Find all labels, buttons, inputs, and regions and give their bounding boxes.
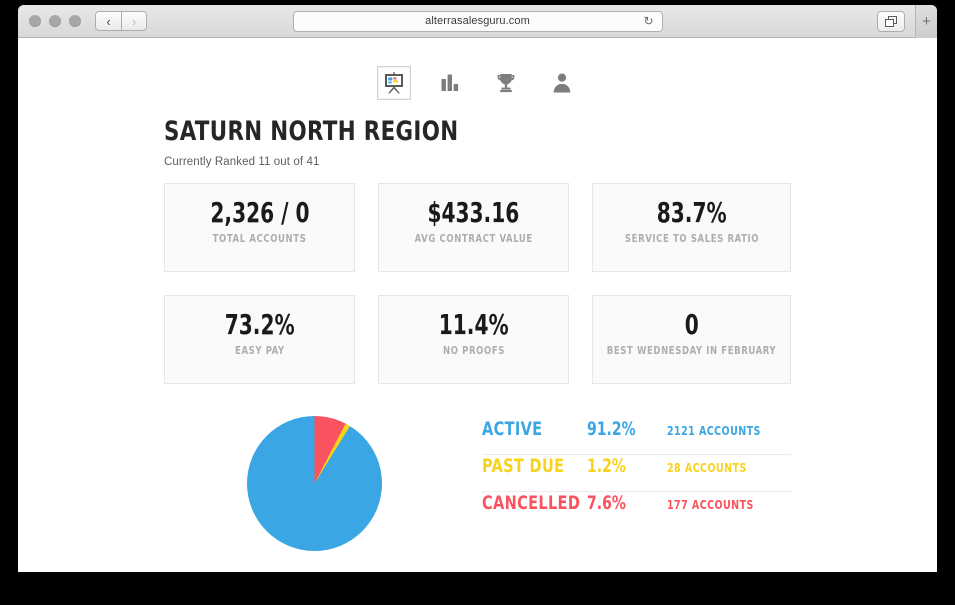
- account-breakdown-section: ACTIVE 91.2% 2121 ACCOUNTS PAST DUE 1.2%…: [164, 408, 791, 551]
- stat-label: AVG CONTRACT VALUE: [414, 231, 533, 245]
- forward-arrow-icon: ›: [131, 13, 137, 29]
- person-icon: [553, 73, 570, 93]
- stat-value: $433.16: [427, 196, 520, 229]
- back-arrow-icon: ‹: [106, 13, 111, 29]
- legend-percent: 1.2%: [587, 455, 626, 477]
- account-status-legend: ACTIVE 91.2% 2121 ACCOUNTS PAST DUE 1.2%…: [464, 408, 791, 529]
- pie-chart-container: [164, 408, 464, 551]
- close-button[interactable]: [29, 15, 41, 27]
- titlebar-right-controls: +: [877, 5, 937, 38]
- stat-value: 11.4%: [438, 308, 509, 341]
- account-status-pie-chart: [246, 416, 382, 551]
- stat-card[interactable]: 83.7% SERVICE TO SALES RATIO: [592, 183, 791, 272]
- back-button[interactable]: ‹: [95, 11, 121, 31]
- stat-value: 2,326 / 0: [209, 196, 310, 229]
- tabs-overview-icon: [884, 15, 897, 27]
- stat-label: EASY PAY: [234, 343, 285, 357]
- page-content: SATURN NORTH REGION Currently Ranked 11 …: [18, 38, 937, 572]
- navigation-buttons: ‹ ›: [95, 11, 147, 31]
- traffic-lights: [29, 15, 81, 27]
- legend-label: CANCELLED: [482, 492, 581, 514]
- legend-account-count: 2121 ACCOUNTS: [667, 424, 761, 438]
- url-text: alterrasalesguru.com: [425, 15, 530, 27]
- stat-value: 83.7%: [656, 196, 727, 229]
- stat-card[interactable]: $433.16 AVG CONTRACT VALUE: [378, 183, 570, 272]
- legend-account-count: 177 ACCOUNTS: [667, 498, 754, 512]
- stat-value: 0: [684, 308, 699, 341]
- legend-account-count: 28 ACCOUNTS: [667, 461, 747, 475]
- stat-card[interactable]: 11.4% NO PROOFS: [378, 295, 570, 384]
- nav-item-reports[interactable]: [433, 66, 467, 100]
- nav-item-rankings[interactable]: [489, 66, 523, 100]
- minimize-button[interactable]: [49, 15, 61, 27]
- nav-item-dashboard[interactable]: [376, 66, 411, 100]
- stat-label: TOTAL ACCOUNTS: [212, 231, 307, 245]
- legend-percent: 91.2%: [587, 418, 636, 440]
- forward-button[interactable]: ›: [121, 11, 147, 31]
- page-title: SATURN NORTH REGION: [164, 116, 459, 147]
- stat-label: NO PROOFS: [442, 343, 505, 357]
- plus-icon: +: [922, 13, 931, 30]
- legend-label: ACTIVE: [482, 418, 543, 440]
- maximize-button[interactable]: [69, 15, 81, 27]
- stat-label: BEST WEDNESDAY IN FEBRUARY: [606, 343, 777, 357]
- icon-navigation: [18, 38, 937, 100]
- legend-percent: 7.6%: [587, 492, 626, 514]
- browser-window: ‹ › alterrasalesguru.com ↻ + SATURN NORT…: [18, 5, 937, 572]
- browser-titlebar: ‹ › alterrasalesguru.com ↻ +: [18, 5, 937, 38]
- show-all-tabs-button[interactable]: [877, 11, 905, 32]
- nav-item-profile[interactable]: [545, 66, 579, 100]
- new-tab-button[interactable]: +: [915, 5, 937, 38]
- presentation-icon: [384, 72, 403, 94]
- stat-card[interactable]: 2,326 / 0 TOTAL ACCOUNTS: [164, 183, 356, 272]
- legend-row[interactable]: CANCELLED 7.6% 177 ACCOUNTS: [482, 492, 791, 529]
- stat-card-grid: 2,326 / 0 TOTAL ACCOUNTS $433.16 AVG CON…: [164, 183, 791, 384]
- bar-chart-icon: [441, 74, 458, 91]
- main-content: SATURN NORTH REGION Currently Ranked 11 …: [18, 100, 937, 551]
- trophy-icon: [497, 74, 514, 93]
- stat-label: SERVICE TO SALES RATIO: [624, 231, 759, 245]
- reload-icon[interactable]: ↻: [643, 15, 653, 27]
- legend-row[interactable]: PAST DUE 1.2% 28 ACCOUNTS: [482, 455, 791, 492]
- address-bar[interactable]: alterrasalesguru.com ↻: [292, 10, 663, 32]
- legend-row[interactable]: ACTIVE 91.2% 2121 ACCOUNTS: [482, 418, 791, 455]
- stat-value: 73.2%: [224, 308, 295, 341]
- stat-card[interactable]: 0 BEST WEDNESDAY IN FEBRUARY: [592, 295, 791, 384]
- legend-label: PAST DUE: [482, 455, 565, 477]
- page-subtitle: Currently Ranked 11 out of 41: [164, 156, 320, 168]
- stat-card[interactable]: 73.2% EASY PAY: [164, 295, 356, 384]
